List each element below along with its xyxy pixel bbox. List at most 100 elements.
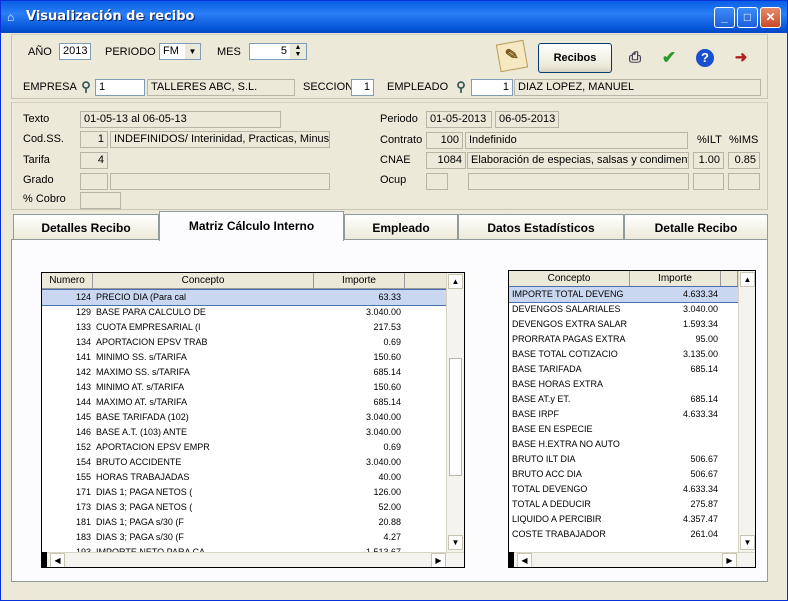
scroll-up-icon[interactable]: ▲ bbox=[448, 274, 463, 289]
table-row[interactable]: BASE AT.y ET. 685.14 bbox=[509, 392, 738, 407]
table-row[interactable]: TOTAL A DEDUCIR 275.87 bbox=[509, 497, 738, 512]
table-row[interactable]: BASE H.EXTRA NO AUTO bbox=[509, 437, 738, 452]
scroll-right-icon[interactable]: ▶ bbox=[431, 553, 446, 567]
empleado-code-input[interactable]: 1 bbox=[471, 79, 513, 96]
tab-datos-estadisticos[interactable]: Datos Estadísticos bbox=[458, 214, 624, 240]
scroll-left-icon[interactable]: ◀ bbox=[50, 553, 65, 567]
empresa-label: EMPRESA bbox=[23, 81, 77, 93]
vertical-scrollbar[interactable]: ▲ ▼ bbox=[446, 273, 464, 552]
tab-matriz-calculo[interactable]: Matriz Cálculo Interno bbox=[159, 211, 344, 241]
row-concepto: BRUTO ACCIDENTE bbox=[96, 457, 182, 467]
table-row[interactable]: 134 APORTACION EPSV TRAB 0.69 bbox=[42, 335, 446, 350]
table-row[interactable]: BASE IRPF 4.633.34 bbox=[509, 407, 738, 422]
table-row[interactable]: DEVENGOS SALARIALES 3.040.00 bbox=[509, 302, 738, 317]
scroll-thumb[interactable] bbox=[449, 358, 462, 476]
table-row[interactable]: TOTAL DEVENGO 4.633.34 bbox=[509, 482, 738, 497]
table-row[interactable]: 155 HORAS TRABAJADAS 40.00 bbox=[42, 470, 446, 485]
mes-spinner[interactable]: 5 ▲ ▼ bbox=[249, 43, 307, 60]
row-concepto: IMPORTE TOTAL DEVENG bbox=[512, 289, 624, 299]
periodo-select[interactable]: FM ▼ bbox=[159, 43, 201, 60]
column-header-numero[interactable]: Numero bbox=[42, 273, 93, 289]
table-row[interactable]: 143 MINIMO AT. s/TARIFA 150.60 bbox=[42, 380, 446, 395]
table-row[interactable]: BASE HORAS EXTRA bbox=[509, 377, 738, 392]
row-importe: 506.67 bbox=[690, 469, 718, 479]
row-concepto: LIQUIDO A PERCIBIR bbox=[512, 514, 602, 524]
table-row[interactable]: BRUTO ACC DIA 506.67 bbox=[509, 467, 738, 482]
table-row[interactable]: 183 DIAS 3; PAGA s/30 (F 4.27 bbox=[42, 530, 446, 545]
checkmark-icon[interactable]: ✔ bbox=[659, 48, 679, 68]
table-row[interactable]: 181 DIAS 1; PAGA s/30 (F 20.88 bbox=[42, 515, 446, 530]
scroll-right-icon[interactable]: ▶ bbox=[722, 553, 737, 567]
table-row[interactable]: BRUTO ILT DIA 506.67 bbox=[509, 452, 738, 467]
row-importe: 685.14 bbox=[690, 394, 718, 404]
table-row[interactable]: 133 CUOTA EMPRESARIAL (I 217.53 bbox=[42, 320, 446, 335]
anio-label: AÑO bbox=[28, 46, 52, 58]
tarifa-field: 4 bbox=[80, 152, 108, 169]
minimize-button[interactable]: _ bbox=[714, 7, 735, 28]
table-row[interactable]: 152 APORTACION EPSV EMPR 0.69 bbox=[42, 440, 446, 455]
search-icon[interactable]: ⚲ bbox=[78, 79, 94, 95]
exit-icon[interactable]: ➜ bbox=[732, 48, 750, 68]
receipt-icon[interactable]: ✎ bbox=[495, 39, 529, 73]
tab-detalle-recibo[interactable]: Detalle Recibo bbox=[624, 214, 768, 240]
maximize-button[interactable]: □ bbox=[737, 7, 758, 28]
cobro-label: % Cobro bbox=[23, 193, 66, 205]
vertical-scrollbar[interactable]: ▲ ▼ bbox=[738, 271, 755, 552]
mes-value: 5 bbox=[280, 45, 287, 57]
table-row[interactable]: PRORRATA PAGAS EXTRA 95.00 bbox=[509, 332, 738, 347]
table-row[interactable]: BASE TARIFADA 685.14 bbox=[509, 362, 738, 377]
table-row[interactable]: BASE TOTAL COTIZACIO 3.135.00 bbox=[509, 347, 738, 362]
tab-detalles-recibo[interactable]: Detalles Recibo bbox=[13, 214, 159, 240]
table-row[interactable]: IMPORTE TOTAL DEVENG 4.633.34 bbox=[509, 286, 739, 303]
seccion-input[interactable]: 1 bbox=[351, 79, 374, 96]
help-icon[interactable]: ? bbox=[696, 49, 714, 67]
scroll-left-icon[interactable]: ◀ bbox=[517, 553, 532, 567]
table-row[interactable]: 124 PRECIO DIA (Para cal 63.33 bbox=[42, 289, 447, 306]
recibos-button[interactable]: Recibos bbox=[538, 43, 612, 73]
tab-empleado[interactable]: Empleado bbox=[344, 214, 458, 240]
row-concepto: BASE AT.y ET. bbox=[512, 394, 571, 404]
table-row[interactable]: DEVENGOS EXTRA SALAR 1.593.34 bbox=[509, 317, 738, 332]
table-row[interactable]: COSTE TRABAJADOR 261.04 bbox=[509, 527, 738, 542]
scroll-up-icon[interactable]: ▲ bbox=[740, 272, 755, 287]
grado-code-field bbox=[80, 173, 108, 190]
printer-icon[interactable]: ⎙ bbox=[626, 49, 644, 67]
row-importe: 63.33 bbox=[378, 292, 401, 302]
empresa-code-input[interactable]: 1 bbox=[95, 79, 145, 96]
codss-label: Cod.SS. bbox=[23, 133, 64, 145]
cnae-label: CNAE bbox=[380, 154, 411, 166]
table-row[interactable]: 129 BASE PARA CALCULO DE 3.040.00 bbox=[42, 305, 446, 320]
row-importe: 0.69 bbox=[383, 337, 401, 347]
empresa-name-field: TALLERES ABC, S.L. bbox=[147, 79, 295, 96]
search-icon[interactable]: ⚲ bbox=[453, 79, 469, 95]
table-row[interactable]: 145 BASE TARIFADA (102) 3.040.00 bbox=[42, 410, 446, 425]
chevron-down-icon[interactable]: ▼ bbox=[185, 44, 200, 59]
horizontal-scrollbar[interactable]: ◀ ▶ bbox=[509, 552, 755, 567]
table-row[interactable]: BASE EN ESPECIE bbox=[509, 422, 738, 437]
receipt-summary-grid[interactable]: Concepto Importe IMPORTE TOTAL DEVENG 4.6… bbox=[508, 270, 756, 568]
ilt-label: %ILT bbox=[697, 134, 722, 146]
calculation-matrix-grid[interactable]: Numero Concepto Importe 124 PRECIO DIA (P… bbox=[41, 272, 465, 568]
column-header-importe[interactable]: Importe bbox=[314, 273, 405, 289]
column-header-concepto[interactable]: Concepto bbox=[93, 273, 314, 289]
table-row[interactable]: 146 BASE A.T. (103) ANTE 3.040.00 bbox=[42, 425, 446, 440]
table-row[interactable]: 141 MINIMO SS. s/TARIFA 150.60 bbox=[42, 350, 446, 365]
window-title: Visualización de recibo bbox=[26, 9, 195, 24]
table-row[interactable]: 142 MAXIMO SS. s/TARIFA 685.14 bbox=[42, 365, 446, 380]
horizontal-scrollbar[interactable]: ◀ ▶ bbox=[42, 552, 464, 567]
close-button[interactable]: ✕ bbox=[760, 7, 781, 28]
row-numero: 141 bbox=[75, 352, 91, 362]
scroll-down-icon[interactable]: ▼ bbox=[448, 535, 463, 550]
column-header-importe[interactable]: Importe bbox=[630, 271, 721, 287]
table-row[interactable]: 171 DIAS 1; PAGA NETOS (126.00 bbox=[42, 485, 446, 500]
scroll-down-icon[interactable]: ▼ bbox=[740, 535, 755, 550]
table-row[interactable]: 154 BRUTO ACCIDENTE 3.040.00 bbox=[42, 455, 446, 470]
anio-input[interactable]: 2013 bbox=[59, 43, 91, 60]
table-row[interactable]: 173 DIAS 3; PAGA NETOS (52.00 bbox=[42, 500, 446, 515]
column-header-concepto[interactable]: Concepto bbox=[509, 271, 630, 287]
table-row[interactable]: 144 MAXIMO AT. s/TARIFA 685.14 bbox=[42, 395, 446, 410]
contrato-desc-field: Indefinido bbox=[465, 132, 688, 149]
spinner-arrows-icon[interactable]: ▲ ▼ bbox=[290, 44, 306, 59]
table-row[interactable]: LIQUIDO A PERCIBIR 4.357.47 bbox=[509, 512, 738, 527]
row-concepto: DIAS 3; PAGA s/30 (F bbox=[96, 532, 184, 542]
